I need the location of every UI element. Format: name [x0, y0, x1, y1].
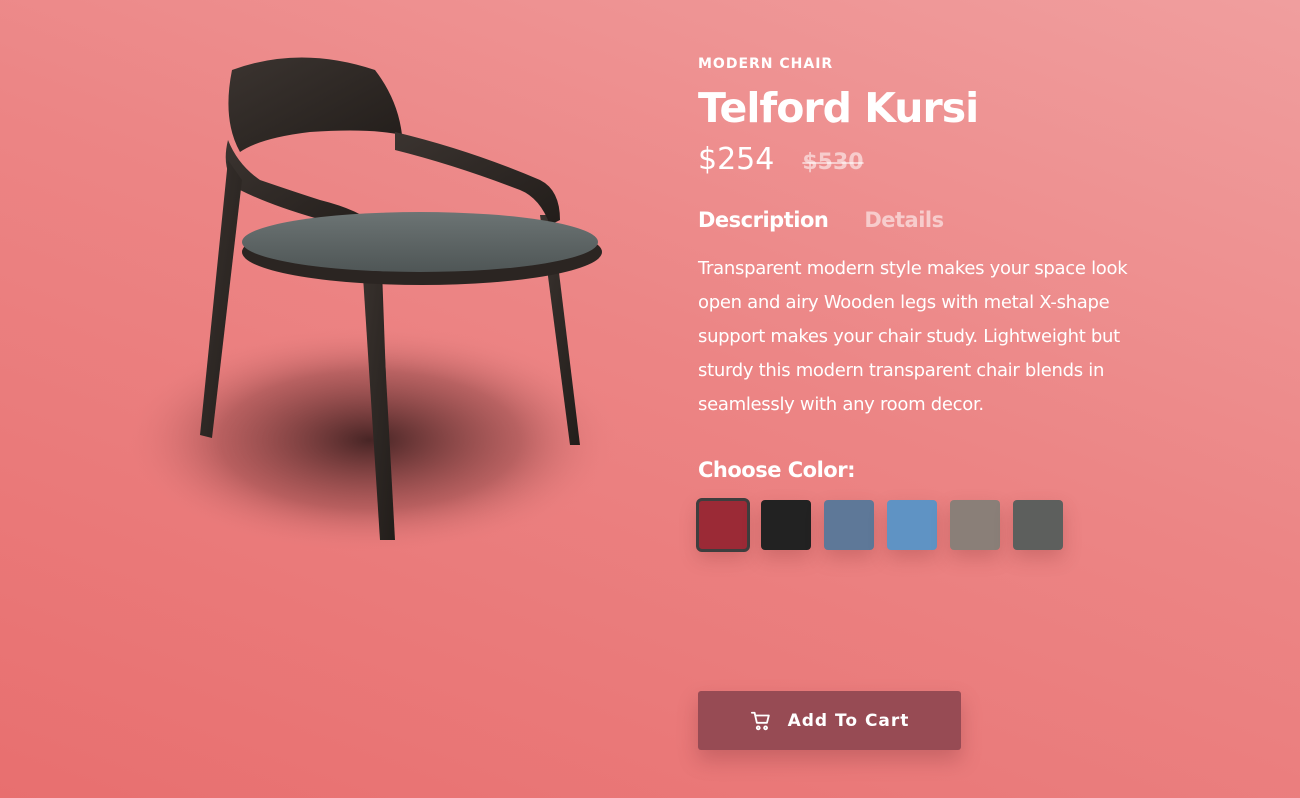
- product-info: MODERN CHAIR Telford Kursi $254 $530 Des…: [696, 56, 1168, 552]
- product-title: Telford Kursi: [698, 84, 979, 132]
- cart-icon: [750, 711, 770, 730]
- tab-description[interactable]: Description: [698, 208, 829, 232]
- tab-details[interactable]: Details: [864, 208, 944, 232]
- color-swatch-red[interactable]: [696, 498, 750, 552]
- color-swatch-light-blue[interactable]: [887, 500, 937, 550]
- color-swatch-black[interactable]: [761, 500, 811, 550]
- add-to-cart-button[interactable]: Add To Cart: [698, 691, 961, 750]
- choose-color-label: Choose Color:: [698, 458, 856, 482]
- color-swatch-denim[interactable]: [824, 500, 874, 550]
- product-category: MODERN CHAIR: [698, 56, 834, 72]
- product-tabs: Description Details: [698, 208, 1168, 232]
- color-swatch-grey[interactable]: [1013, 500, 1063, 550]
- original-price: $530: [802, 150, 864, 175]
- color-swatches: [696, 498, 1168, 552]
- price-row: $254 $530: [698, 142, 1168, 182]
- color-swatch-taupe[interactable]: [950, 500, 1000, 550]
- product-description: Transparent modern style makes your spac…: [698, 258, 1128, 415]
- add-to-cart-label: Add To Cart: [787, 710, 910, 731]
- current-price: $254: [698, 142, 775, 177]
- product-image: [120, 57, 620, 555]
